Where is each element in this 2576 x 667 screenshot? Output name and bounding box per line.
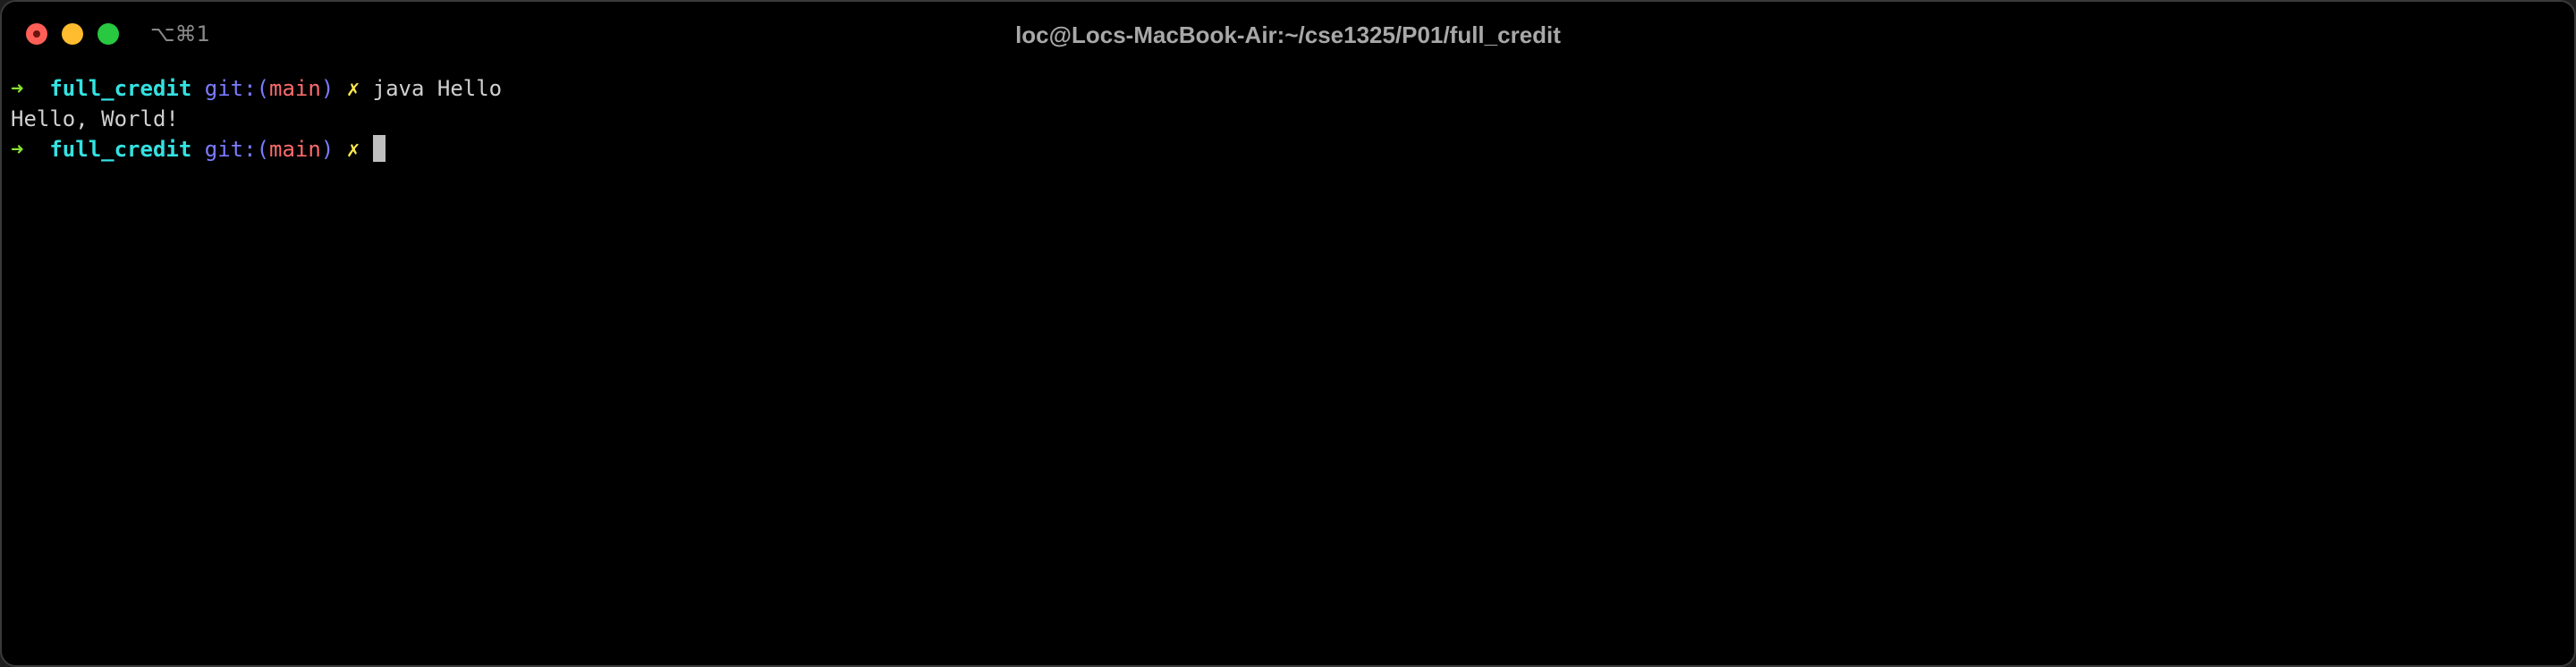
prompt-arrow-icon: ➜ xyxy=(11,137,24,162)
terminal-output[interactable]: ➜ full_credit git:(main) ✗ java Hello He… xyxy=(11,73,2565,665)
git-branch: main xyxy=(269,137,321,162)
command-text: java Hello xyxy=(372,76,503,101)
terminal-window: ⌥⌘1 loc@Locs-MacBook-Air:~/cse1325/P01/f… xyxy=(0,0,2576,667)
prompt-line-1: ➜ full_credit git:(main) ✗ java Hello xyxy=(11,73,2565,104)
title-bar[interactable]: ⌥⌘1 loc@Locs-MacBook-Air:~/cse1325/P01/f… xyxy=(2,2,2574,66)
dirty-mark-icon: ✗ xyxy=(346,76,360,101)
dirty-mark-icon: ✗ xyxy=(346,137,360,162)
text-cursor[interactable] xyxy=(372,135,386,162)
git-label-close: ) xyxy=(320,76,335,101)
output-text: Hello, World! xyxy=(11,106,179,131)
prompt-arrow-icon: ➜ xyxy=(11,76,24,101)
git-label: git:( xyxy=(204,137,270,162)
current-directory: full_credit xyxy=(49,137,192,162)
output-line: Hello, World! xyxy=(11,104,2565,134)
git-label-close: ) xyxy=(320,137,335,162)
git-branch: main xyxy=(269,76,321,101)
current-directory: full_credit xyxy=(49,76,192,101)
window-title: loc@Locs-MacBook-Air:~/cse1325/P01/full_… xyxy=(1015,21,1561,48)
prompt-line-2: ➜ full_credit git:(main) ✗ xyxy=(11,134,2565,165)
git-label: git:( xyxy=(204,76,270,101)
